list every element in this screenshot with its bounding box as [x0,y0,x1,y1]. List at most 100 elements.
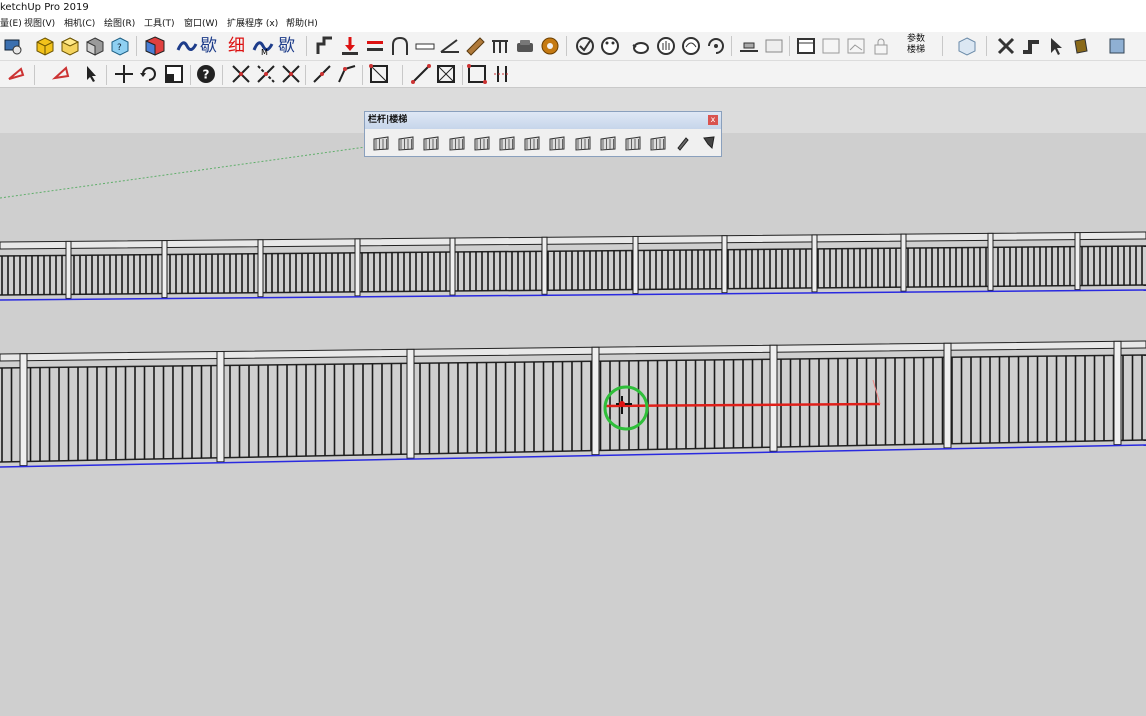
railing-post [1074,232,1081,291]
arc-wall-icon[interactable] [389,35,411,57]
toolbar-separator [566,36,567,56]
photo-icon[interactable] [763,35,785,57]
menu-bar: 量(E) 视图(V) 相机(C) 绘图(R) 工具(T) 窗口(W) 扩展程序 … [0,16,1146,32]
iso-view-icon[interactable] [34,35,56,57]
railing-post [216,351,225,463]
beam-icon[interactable] [414,35,436,57]
railing-post [449,237,456,296]
sofa-icon[interactable] [514,35,536,57]
lasso-icon[interactable] [51,63,73,85]
menu-draw[interactable]: 绘图(R) [104,16,135,32]
check-circle-icon[interactable] [574,35,596,57]
text-tool-kuan2[interactable]: 歇 [278,35,300,57]
wrench-icon[interactable] [995,35,1017,57]
pipe-icon[interactable] [1020,35,1042,57]
snap-cross-icon[interactable] [280,63,302,85]
railing-icon[interactable] [489,35,511,57]
polyline-tool-icon[interactable] [336,63,358,85]
front-view-icon[interactable] [84,35,106,57]
image-icon[interactable] [845,35,867,57]
cursor-icon[interactable] [1045,35,1067,57]
align-icon[interactable] [364,35,386,57]
snap-points-icon[interactable] [230,63,252,85]
cube-outline-icon[interactable] [956,35,978,57]
railing-style-3-icon[interactable] [422,134,440,152]
menu-edit[interactable]: 量(E) [0,16,22,32]
railing-brush-icon[interactable] [674,134,692,152]
toolbar-separator [986,36,987,56]
param-stair-button[interactable]: 参数 楼梯 [902,34,930,58]
menu-tools[interactable]: 工具(T) [144,16,175,32]
hand-icon[interactable] [655,35,677,57]
text-tool-kuan[interactable]: 歇 [200,35,222,57]
railing-stair-toolbar[interactable]: 栏杆|楼梯 x [364,111,722,157]
angle-line-icon[interactable] [439,35,461,57]
railing-style-4-icon[interactable] [448,134,466,152]
help-icon[interactable]: ? [195,63,217,85]
box-icon[interactable] [1070,35,1092,57]
gear-icon[interactable] [539,35,561,57]
railing-post [987,232,994,291]
railing-style-10-icon[interactable] [599,134,617,152]
rect-face-icon[interactable] [466,63,488,85]
top-view-icon[interactable] [59,35,81,57]
railing-style-11-icon[interactable] [624,134,642,152]
select-arrow-icon[interactable] [80,63,102,85]
component-cube-icon[interactable] [144,35,166,57]
edge-tool-icon[interactable] [410,63,432,85]
railing-style-7-icon[interactable] [523,134,541,152]
model-viewport[interactable] [0,88,1146,716]
teapot-icon[interactable] [630,35,652,57]
grid-split-icon[interactable] [491,63,513,85]
terrain-icon[interactable] [738,35,760,57]
toolbar-separator [402,65,403,85]
line-tool-icon[interactable] [311,63,333,85]
text-tool-xi[interactable]: 细 [228,35,250,57]
wood-plank-icon[interactable] [464,35,486,57]
menu-camera[interactable]: 相机(C) [64,16,95,32]
railing-style-12-icon[interactable] [649,134,667,152]
move-icon[interactable] [113,63,135,85]
railing-post [721,235,728,294]
menu-view[interactable]: 视图(V) [24,16,55,32]
railing-style-5-icon[interactable] [473,134,491,152]
curve-tool-m-icon[interactable]: M [252,35,274,57]
close-icon[interactable]: x [708,115,718,125]
diagonal-face-icon[interactable] [435,63,457,85]
toolbar-separator [190,65,191,85]
menu-help[interactable]: 帮助(H) [286,16,318,32]
railing-pick-icon[interactable] [700,134,718,152]
stair-profile-icon[interactable] [314,35,336,57]
swirl-icon[interactable] [680,35,702,57]
push-down-icon[interactable] [339,35,361,57]
curve-tool-icon[interactable] [176,35,198,57]
railing-post [811,234,818,293]
railing-style-1-icon[interactable] [372,134,390,152]
window-title: ketchUp Pro 2019 [0,2,89,13]
frame-icon[interactable] [820,35,842,57]
menu-extensions[interactable]: 扩展程序 (x) [227,16,278,32]
railing-post [65,240,72,299]
xray-view-icon[interactable]: ? [109,35,131,57]
rotate-icon[interactable] [138,63,160,85]
model-info-icon[interactable] [2,35,24,57]
scale-icon[interactable] [163,63,185,85]
railing-style-9-icon[interactable] [574,134,592,152]
select-poly-icon[interactable] [5,63,27,85]
railing-style-8-icon[interactable] [548,134,566,152]
refresh-icon[interactable] [705,35,727,57]
palette-icon[interactable] [599,35,621,57]
secondary-toolbar: ? [0,61,1146,88]
toolbar-separator [731,36,732,56]
railing-post [632,235,639,294]
main-toolbar: ? 歇 细 M 歇 参数 楼梯 [0,32,1146,61]
triangle-face-icon[interactable] [368,63,390,85]
snap-mid-icon[interactable] [255,63,277,85]
plugin-icon[interactable] [1106,35,1128,57]
svg-text:M: M [261,48,268,57]
window-frame-icon[interactable] [795,35,817,57]
lock-icon[interactable] [870,35,892,57]
railing-style-2-icon[interactable] [397,134,415,152]
railing-style-6-icon[interactable] [498,134,516,152]
menu-window[interactable]: 窗口(W) [184,16,218,32]
